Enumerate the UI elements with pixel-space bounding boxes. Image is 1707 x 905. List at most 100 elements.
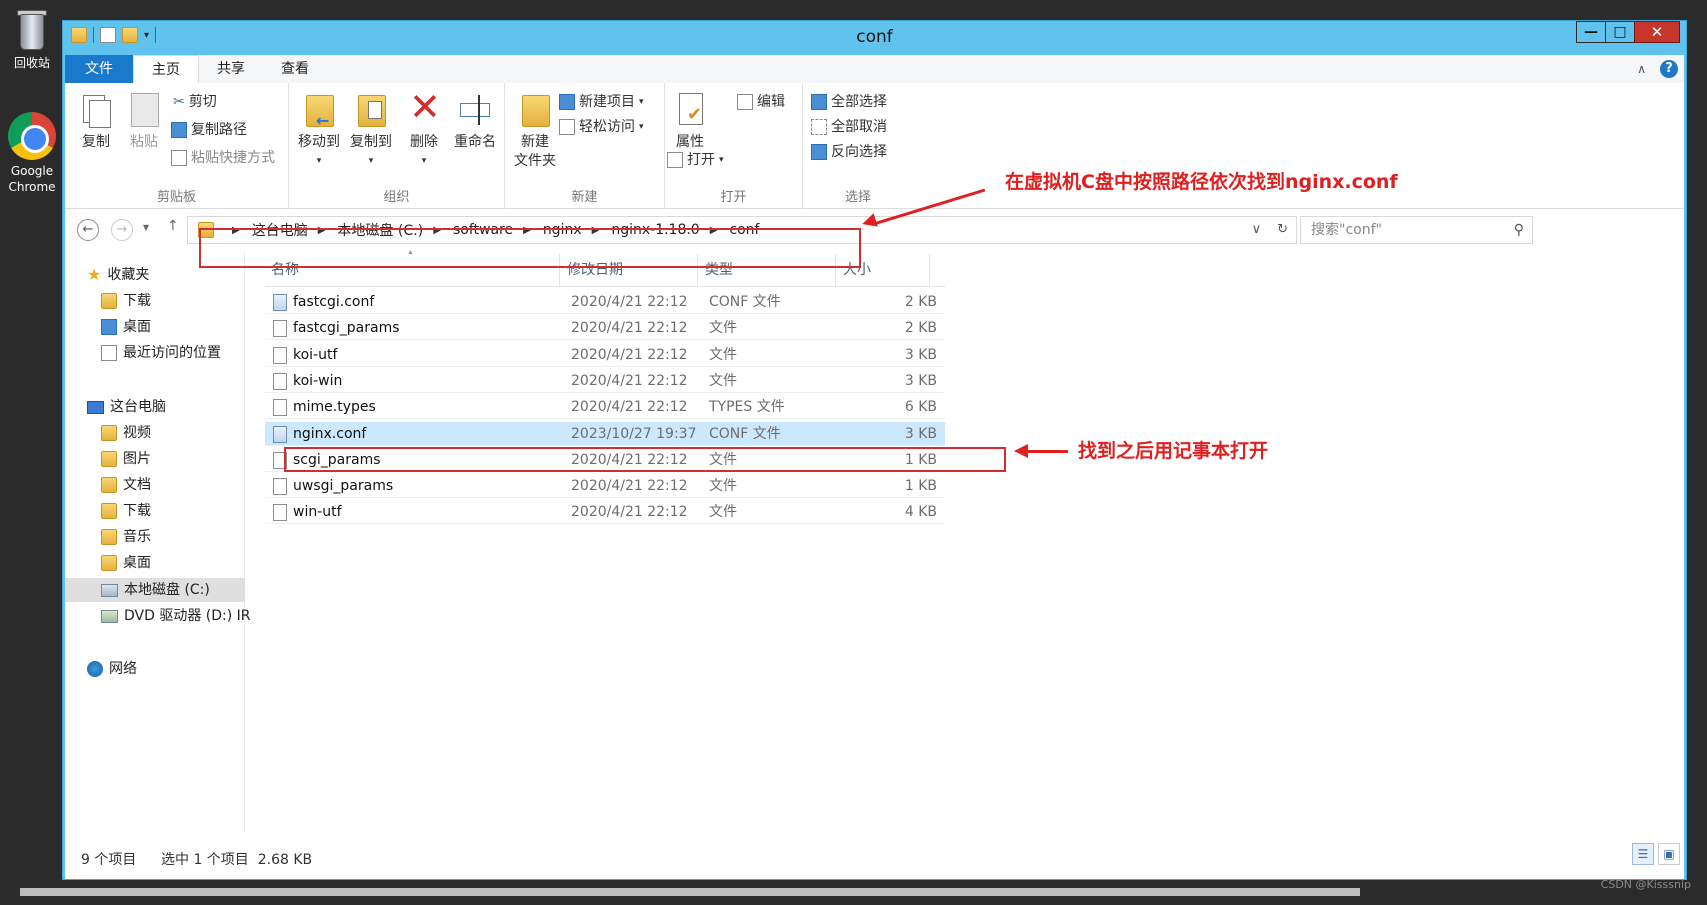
file-row[interactable]: koi-utf 2020/4/21 22:12 文件 3 KB <box>265 343 945 367</box>
cut-button[interactable]: ✂ 剪切 <box>173 91 217 113</box>
ribbon: 复制 粘贴 ✂ 剪切 复制路径 粘贴快捷方式 剪贴板 ← 移动到 ▾ 复制到 ▾ ✕ <box>65 83 1684 209</box>
delete-label: 删除 <box>410 134 438 150</box>
network-icon <box>87 661 103 677</box>
new-folder-button[interactable]: 新建 文件夹 <box>509 91 561 171</box>
open-button[interactable]: 打开 ▾ <box>667 149 724 171</box>
file-row[interactable]: uwsgi_params 2020/4/21 22:12 文件 1 KB <box>265 474 945 499</box>
search-icon[interactable]: ⚲ <box>1514 217 1524 243</box>
delete-button[interactable]: ✕ 删除 ▾ <box>401 87 447 171</box>
nav-recent[interactable]: 最近访问的位置 <box>101 341 221 365</box>
file-row[interactable]: mime.types 2020/4/21 22:12 TYPES 文件 6 KB <box>265 395 945 420</box>
invert-selection-button[interactable]: 反向选择 <box>811 141 887 163</box>
horizontal-scrollbar[interactable] <box>20 888 1360 896</box>
dvd-drive-icon <box>101 609 118 623</box>
file-icon <box>273 320 287 338</box>
rename-button[interactable]: 重命名 <box>449 91 501 152</box>
navigation-pane: ★ 收藏夹 下载 桌面 最近访问的位置 这台电脑 视频 图片 文档 下载 音乐 桌… <box>65 251 251 833</box>
documents-folder-icon <box>101 477 117 493</box>
maximize-button[interactable]: □ <box>1605 21 1635 43</box>
collapse-ribbon-icon[interactable]: ∧ <box>1637 62 1646 76</box>
recycle-bin-shortcut[interactable]: 回收站 <box>2 8 62 71</box>
file-row[interactable]: nginx.conf 2023/10/27 19:37 CONF 文件 3 KB <box>265 421 945 446</box>
large-icons-view-button[interactable]: ▣ <box>1658 843 1680 865</box>
properties-button[interactable]: ✔ 属性 <box>667 91 713 152</box>
file-type: 文件 <box>709 372 737 389</box>
file-annotation-text: 找到之后用记事本打开 <box>1078 440 1269 462</box>
details-view-icon: ☰ <box>1637 847 1649 861</box>
easy-access-icon <box>559 119 575 135</box>
file-name: mime.types <box>293 399 376 416</box>
computer-icon <box>87 400 104 414</box>
new-item-icon <box>559 94 575 110</box>
nav-local-disk[interactable]: 本地磁盘 (C:) <box>65 578 245 602</box>
file-date: 2020/4/21 22:12 <box>571 399 688 416</box>
tab-share[interactable]: 共享 <box>199 55 263 83</box>
nav-desktop-label: 桌面 <box>123 319 151 335</box>
tab-file[interactable]: 文件 <box>65 55 133 83</box>
clipboard-group: 复制 粘贴 ✂ 剪切 复制路径 粘贴快捷方式 剪贴板 <box>65 83 289 209</box>
open-group-label: 打开 <box>720 190 747 205</box>
copy-button[interactable]: 复制 <box>73 91 119 152</box>
title-bar[interactable]: ▾ conf — □ ✕ <box>63 21 1686 53</box>
file-row[interactable]: fastcgi.conf 2020/4/21 22:12 CONF 文件 2 KB <box>265 290 945 314</box>
select-all-button[interactable]: 全部选择 <box>811 91 887 113</box>
clipboard-group-label: 剪贴板 <box>156 190 196 205</box>
edit-label: 编辑 <box>757 94 785 110</box>
nav-music[interactable]: 音乐 <box>101 525 151 549</box>
close-button[interactable]: ✕ <box>1634 21 1680 43</box>
nav-pc-desktop[interactable]: 桌面 <box>101 551 151 575</box>
address-dropdown-icon[interactable]: ∨ <box>1252 222 1262 237</box>
nav-this-pc[interactable]: 这台电脑 <box>87 395 166 419</box>
nav-pictures[interactable]: 图片 <box>101 447 151 471</box>
easy-access-button[interactable]: 轻松访问 ▾ <box>559 116 644 138</box>
up-arrow-icon[interactable]: ↑ <box>167 218 179 234</box>
search-placeholder: 搜索"conf" <box>1311 222 1382 238</box>
tab-home[interactable]: 主页 <box>133 55 199 83</box>
select-all-label: 全部选择 <box>831 94 887 110</box>
back-button[interactable]: ← <box>77 219 99 241</box>
recent-locations-icon[interactable]: ▾ <box>143 220 149 234</box>
copy-icon <box>79 91 113 129</box>
file-row[interactable]: fastcgi_params 2020/4/21 22:12 文件 2 KB <box>265 316 945 341</box>
copy-to-button[interactable]: 复制到 ▾ <box>345 91 397 171</box>
chrome-shortcut[interactable]: Google Chrome <box>2 112 62 195</box>
minimize-button[interactable]: — <box>1576 21 1606 43</box>
file-row[interactable]: win-utf 2020/4/21 22:12 文件 4 KB <box>265 500 945 525</box>
search-input[interactable]: 搜索"conf" ⚲ <box>1300 216 1533 244</box>
edit-button[interactable]: 编辑 <box>737 91 785 113</box>
nav-pc-downloads[interactable]: 下载 <box>101 499 151 523</box>
open-icon <box>667 152 683 168</box>
nav-desktop[interactable]: 桌面 <box>101 315 151 339</box>
open-label: 打开 <box>687 152 715 168</box>
file-date: 2020/4/21 22:12 <box>571 346 688 363</box>
copy-path-button[interactable]: 复制路径 <box>171 119 247 141</box>
new-item-button[interactable]: 新建项目 ▾ <box>559 91 644 113</box>
forward-button[interactable]: → <box>111 219 133 241</box>
file-row[interactable]: koi-win 2020/4/21 22:12 文件 3 KB <box>265 369 945 393</box>
nav-downloads[interactable]: 下载 <box>101 289 151 313</box>
nav-favorites-label: 收藏夹 <box>107 267 150 283</box>
paste-button[interactable]: 粘贴 <box>121 91 167 152</box>
nav-documents[interactable]: 文档 <box>101 473 151 497</box>
videos-folder-icon <box>101 425 117 441</box>
file-type: 文件 <box>709 346 737 363</box>
paste-shortcut-button[interactable]: 粘贴快捷方式 <box>171 147 275 169</box>
nav-pc-desktop-label: 桌面 <box>123 555 151 571</box>
select-group-label: 选择 <box>844 190 871 205</box>
nav-network[interactable]: 网络 <box>87 657 137 681</box>
help-icon[interactable]: ? <box>1660 60 1678 78</box>
file-name: nginx.conf <box>293 425 367 442</box>
easy-access-label: 轻松访问 <box>579 119 635 135</box>
maximize-icon: □ <box>1613 24 1627 40</box>
refresh-icon[interactable]: ↻ <box>1277 222 1288 237</box>
edit-icon <box>737 94 753 110</box>
nav-dvd-drive[interactable]: DVD 驱动器 (D:) IR <box>101 604 251 628</box>
tab-view[interactable]: 查看 <box>263 55 327 83</box>
nav-videos[interactable]: 视频 <box>101 421 151 445</box>
nav-favorites[interactable]: ★ 收藏夹 <box>87 263 149 287</box>
nav-pictures-label: 图片 <box>123 451 151 467</box>
paste-label: 粘贴 <box>130 134 158 150</box>
select-none-button[interactable]: 全部取消 <box>811 116 887 138</box>
move-to-button[interactable]: ← 移动到 ▾ <box>293 91 345 171</box>
details-view-button[interactable]: ☰ <box>1632 843 1654 865</box>
